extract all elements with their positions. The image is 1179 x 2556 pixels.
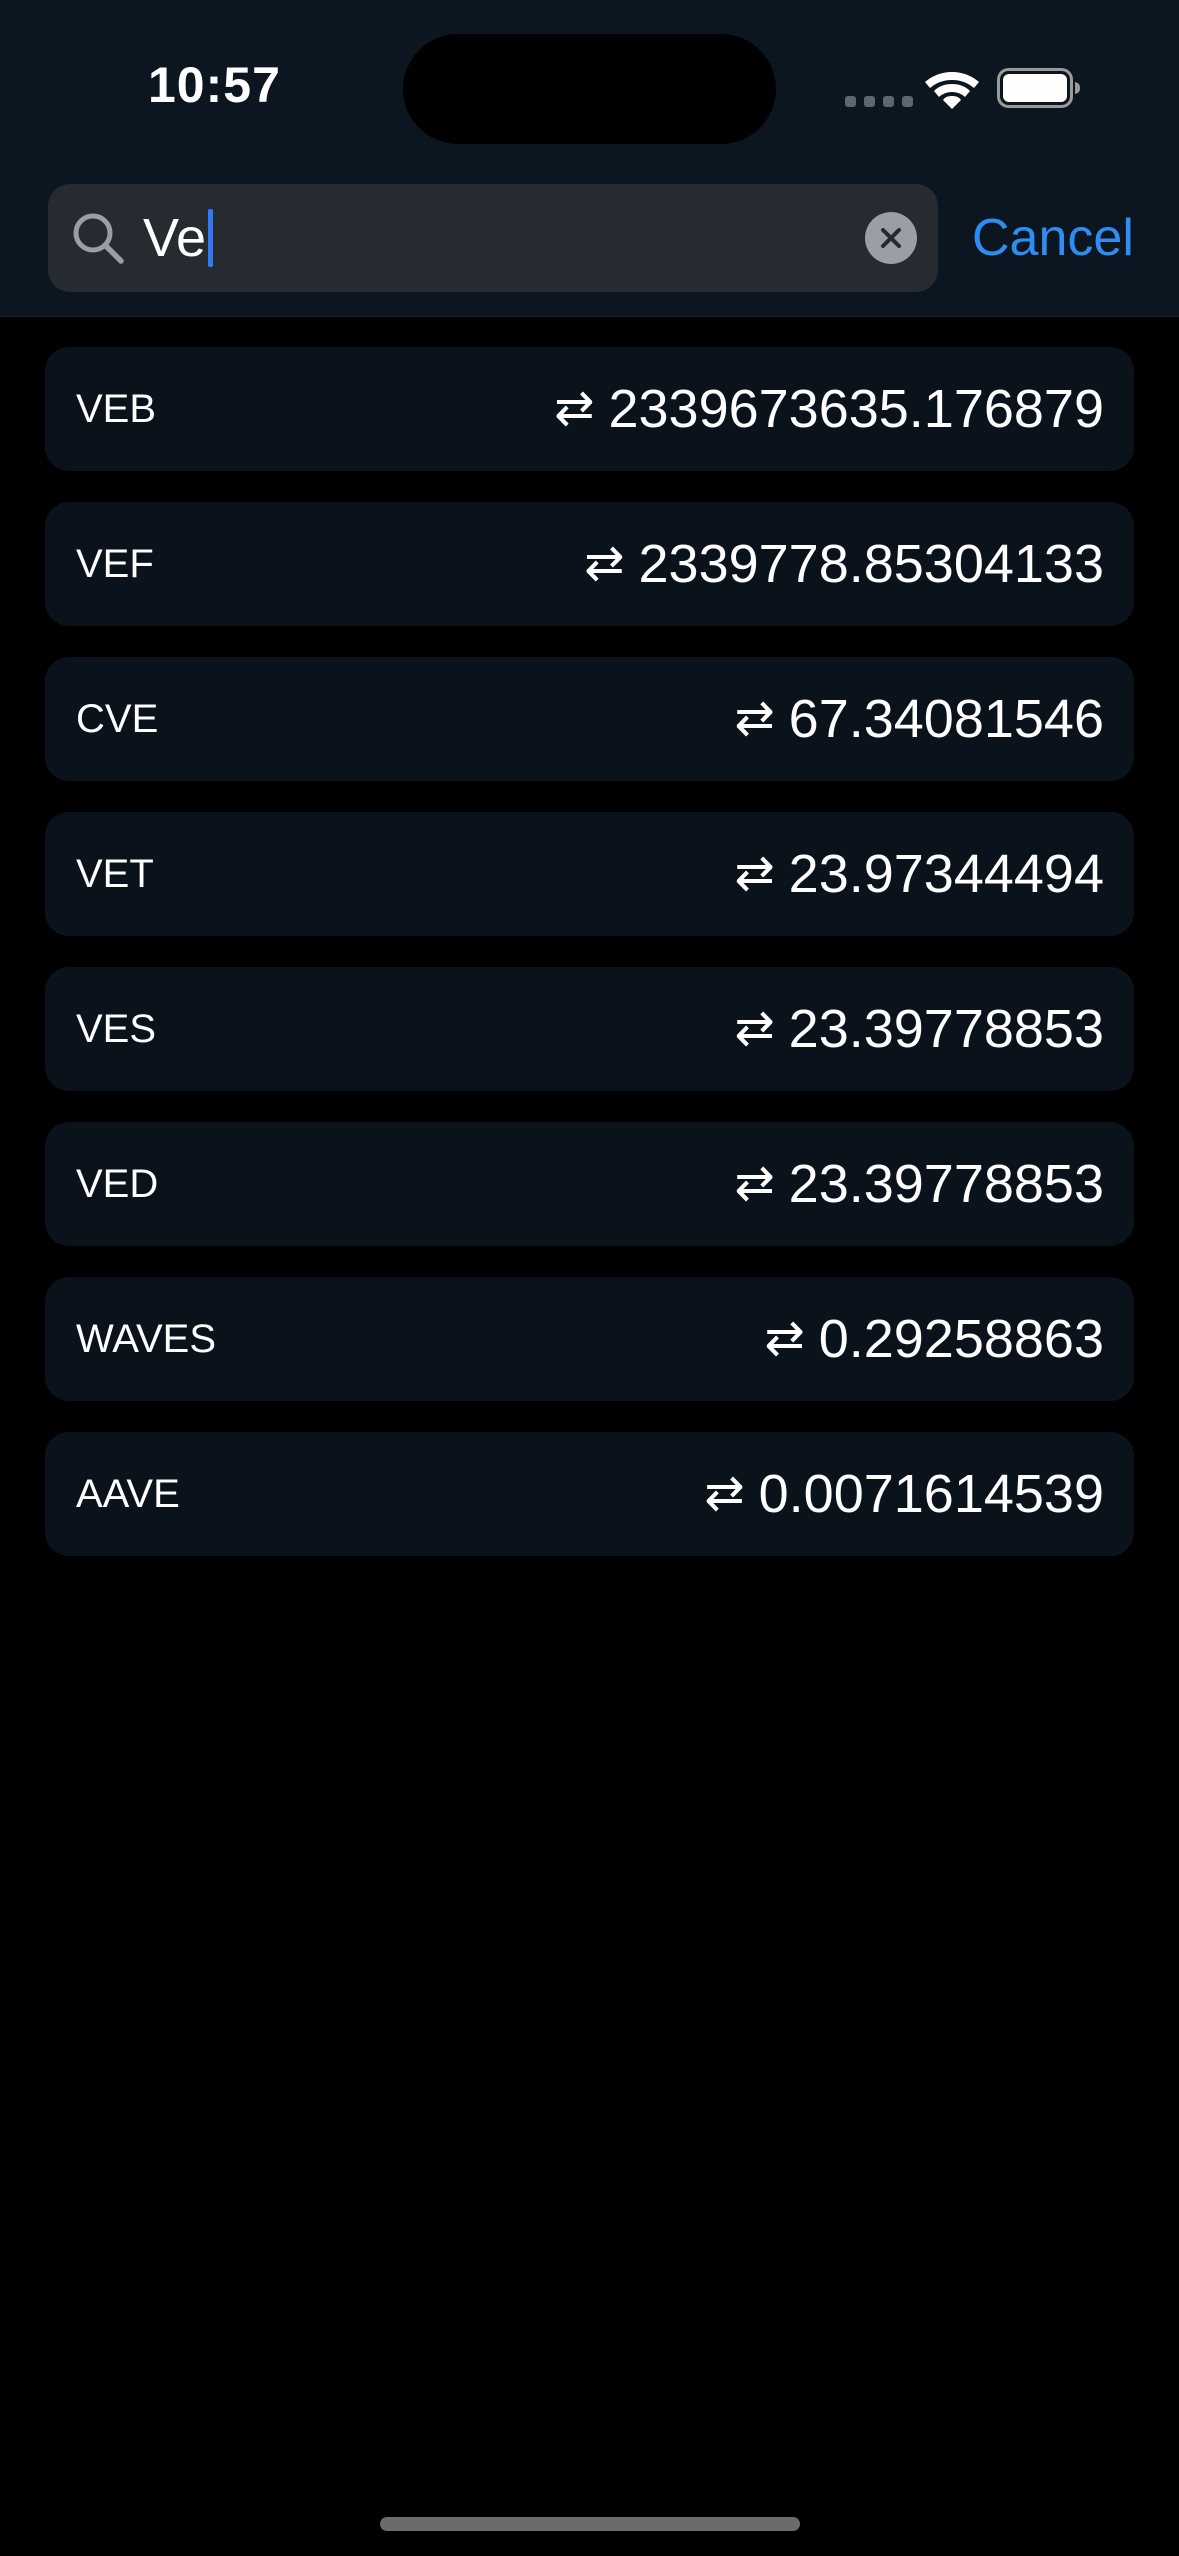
rate-value-container: ⇄ 2339673635.176879 [554,347,1104,471]
currency-code: AAVE [76,1472,180,1516]
currency-code: VES [76,1007,157,1051]
search-field[interactable]: Ve [48,184,938,292]
rate-value: 23.39778853 [788,999,1104,1059]
rate-value: 23.97344494 [788,844,1104,904]
rate-value-container: ⇄ 23.97344494 [734,812,1104,936]
rate-value-container: ⇄ 0.29258863 [764,1277,1104,1401]
currency-code: VED [76,1162,159,1206]
search-query-text: Ve [143,208,207,268]
wifi-icon [925,72,979,109]
header-area: 10:57 Ve Cancel [0,0,1179,317]
search-input[interactable]: Ve [143,206,214,270]
rate-value: 67.34081546 [788,689,1104,749]
currency-code: WAVES [76,1317,217,1361]
swap-icon: ⇄ [734,692,775,745]
swap-icon: ⇄ [764,1312,805,1365]
swap-icon: ⇄ [554,382,595,435]
dynamic-island [403,34,776,144]
cellular-signal-icon [845,96,913,107]
result-row[interactable]: VET ⇄ 23.97344494 [45,812,1134,936]
result-row[interactable]: VEB ⇄ 2339673635.176879 [45,347,1134,471]
rate-value: 2339673635.176879 [608,379,1104,439]
swap-icon: ⇄ [734,847,775,900]
result-row[interactable]: AAVE ⇄ 0.0071614539 [45,1432,1134,1556]
rate-value-container: ⇄ 0.0071614539 [704,1432,1104,1556]
search-icon [73,213,124,264]
currency-code: CVE [76,697,159,741]
cancel-button[interactable]: Cancel [972,206,1134,270]
rate-value-container: ⇄ 2339778.85304133 [584,502,1104,626]
result-row[interactable]: VEF ⇄ 2339778.85304133 [45,502,1134,626]
result-row[interactable]: VED ⇄ 23.39778853 [45,1122,1134,1246]
swap-icon: ⇄ [704,1467,745,1520]
result-row[interactable]: CVE ⇄ 67.34081546 [45,657,1134,781]
results-list: VEB ⇄ 2339673635.176879 VEF ⇄ 2339778.85… [45,347,1134,1587]
text-caret [208,209,214,267]
currency-code: VET [76,852,154,896]
swap-icon: ⇄ [584,537,625,590]
home-indicator[interactable] [380,2517,800,2531]
clear-icon [881,228,901,248]
rate-value-container: ⇄ 67.34081546 [734,657,1104,781]
search-row: Ve Cancel [0,184,1179,294]
result-row[interactable]: VES ⇄ 23.39778853 [45,967,1134,1091]
rate-value-container: ⇄ 23.39778853 [734,967,1104,1091]
clear-search-button[interactable] [865,212,917,264]
rate-value: 0.29258863 [818,1309,1104,1369]
rate-value: 0.0071614539 [758,1464,1104,1524]
battery-icon [997,68,1080,108]
status-time: 10:57 [148,57,281,113]
result-row[interactable]: WAVES ⇄ 0.29258863 [45,1277,1134,1401]
status-bar: 10:57 [0,0,1179,170]
rate-value: 23.39778853 [788,1154,1104,1214]
rate-value-container: ⇄ 23.39778853 [734,1122,1104,1246]
currency-code: VEF [76,542,154,586]
currency-code: VEB [76,387,157,431]
swap-icon: ⇄ [734,1002,775,1055]
swap-icon: ⇄ [734,1157,775,1210]
rate-value: 2339778.85304133 [638,534,1105,594]
